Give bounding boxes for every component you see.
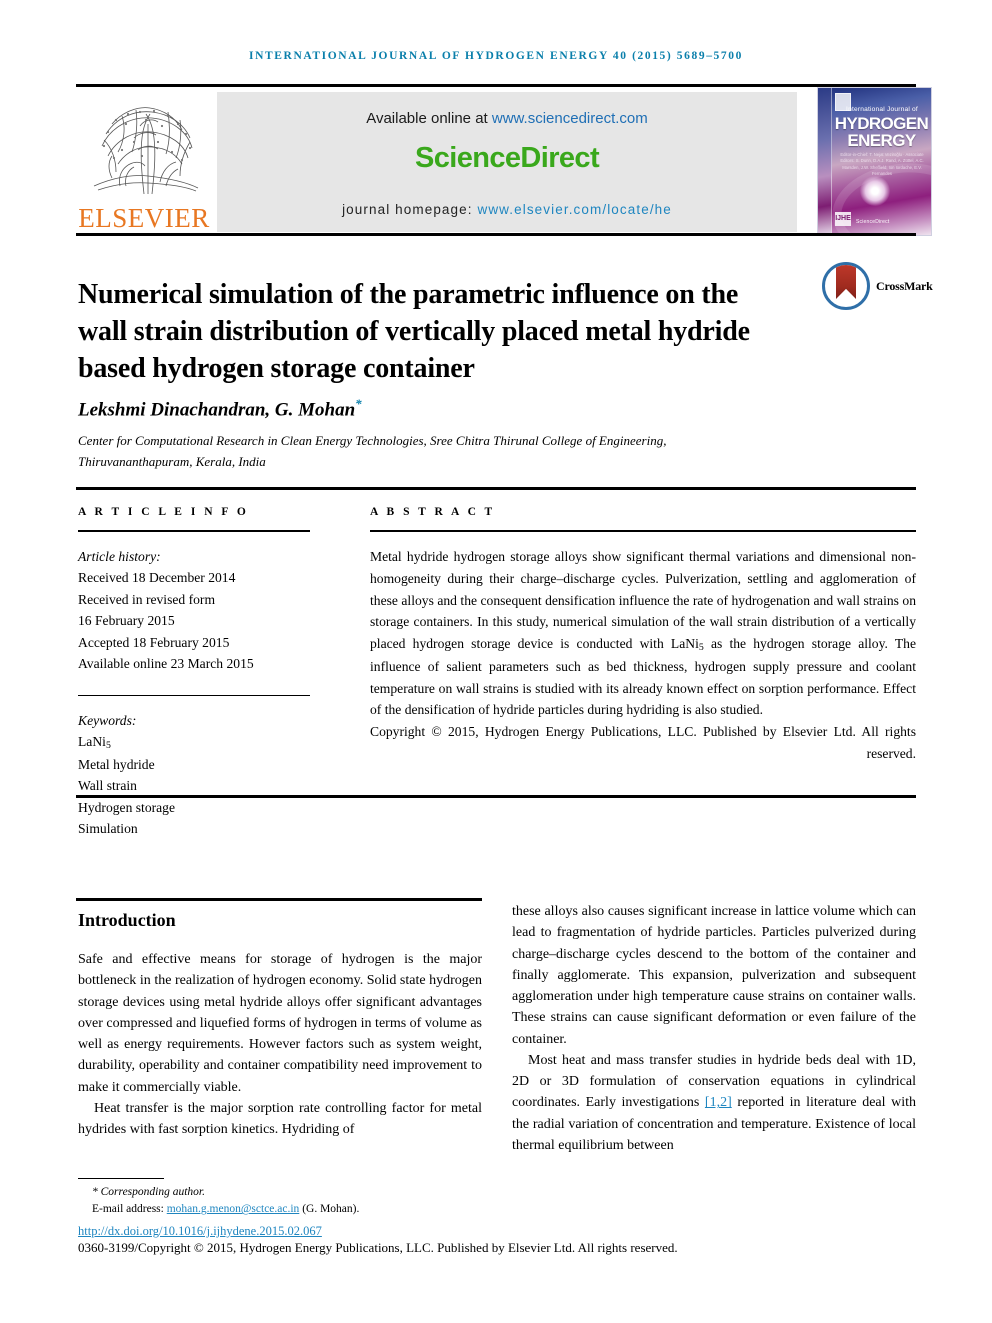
elsevier-logo: ELSEVIER <box>78 90 210 236</box>
journal-homepage-label: journal homepage: <box>342 202 478 217</box>
cover-title-hydrogen: HYDROGEN <box>834 114 929 133</box>
cover-journal-badge: IJHE <box>835 212 851 226</box>
keywords-label: Keywords: <box>78 712 137 728</box>
keyword-item: Simulation <box>78 821 138 837</box>
masthead-bottom-rule <box>76 233 916 236</box>
doi-link[interactable]: http://dx.doi.org/10.1016/j.ijhydene.201… <box>78 1224 322 1239</box>
sciencedirect-banner: Available online at www.sciencedirect.co… <box>217 92 797 232</box>
keyword-item: Hydrogen storage <box>78 799 176 815</box>
affiliation: Center for Computational Research in Cle… <box>78 433 667 470</box>
body-left-column: Introduction Safe and effective means fo… <box>78 910 482 1140</box>
introduction-paragraph: Heat transfer is the major sorption rate… <box>78 1100 482 1138</box>
article-first-page: International Journal of Hydrogen Energy… <box>0 0 992 1323</box>
cover-subtitle: International Journal of <box>846 106 918 113</box>
cover-sphere-graphic <box>860 176 890 206</box>
article-info-heading: A R T I C L E I N F O <box>78 506 249 518</box>
cover-spine <box>818 88 832 235</box>
available-online-line: Available online at www.sciencedirect.co… <box>217 110 797 127</box>
footnote-block: * Corresponding author. E-mail address: … <box>78 1184 778 1219</box>
introduction-paragraph: Safe and effective means for storage of … <box>78 952 482 1095</box>
available-online-label: Available online at <box>366 110 492 127</box>
page-title: Numerical simulation of the parametric i… <box>78 278 750 384</box>
introduction-rule <box>76 898 482 901</box>
article-history-item: Received in revised form <box>78 591 216 607</box>
crossmark-badge[interactable]: CrossMark <box>822 262 933 314</box>
article-history-item: Received 18 December 2014 <box>78 570 236 586</box>
email-link[interactable]: mohan.g.menon@sctce.ac.in <box>167 1203 300 1215</box>
journal-homepage-link[interactable]: www.elsevier.com/locate/he <box>477 202 671 217</box>
sciencedirect-link[interactable]: www.sciencedirect.com <box>492 110 648 127</box>
footnote-rule <box>78 1178 164 1179</box>
journal-homepage-line: journal homepage: www.elsevier.com/locat… <box>217 202 797 217</box>
introduction-paragraph: these alloys also causes significant inc… <box>512 904 916 1047</box>
keyword-item: Wall strain <box>78 778 137 794</box>
introduction-paragraph: Most heat and mass transfer studies in h… <box>512 1050 916 1156</box>
keywords-divider <box>78 694 310 696</box>
issn-copyright-line: 0360-3199/Copyright © 2015, Hydrogen Ene… <box>78 1240 678 1255</box>
introduction-heading: Introduction <box>78 910 176 930</box>
masthead-top-rule <box>76 84 916 87</box>
abstract-bottom-rule <box>76 795 916 798</box>
article-history-label: Article history: <box>78 549 161 564</box>
journal-cover-thumbnail[interactable]: International Journal of HYDROGEN ENERGY… <box>817 87 932 236</box>
running-head: International Journal of Hydrogen Energy… <box>249 50 743 62</box>
author-list: Lekshmi Dinachandran, G. Mohan* <box>78 396 362 421</box>
article-history-item: Accepted 18 February 2015 <box>78 634 230 650</box>
cover-editors: Editor-in-Chief: T. Nejat Veziroğlu · As… <box>840 152 924 176</box>
corresponding-author-marker: * <box>355 396 362 411</box>
crossmark-label: CrossMark <box>876 279 933 293</box>
crossmark-icon <box>822 262 870 310</box>
body-right-column: these alloys also causes significant inc… <box>512 901 916 1156</box>
corresponding-author-note: * Corresponding author. <box>92 1186 205 1198</box>
article-history-item: Available online 23 March 2015 <box>78 656 254 672</box>
email-suffix: (G. Mohan). <box>299 1203 360 1216</box>
keyword-item: LaNi5 <box>78 734 111 752</box>
cover-title-energy: ENERGY <box>847 131 916 150</box>
author-names: Lekshmi Dinachandran, G. Mohan <box>78 399 356 421</box>
abstract-divider <box>370 530 916 532</box>
keyword-item: Metal hydride <box>78 756 155 772</box>
info-section-top-rule <box>76 487 916 490</box>
article-info-column: A R T I C L E I N F O Article history: R… <box>78 506 310 840</box>
cover-sciencedirect-mark: ScienceDirect <box>856 219 890 225</box>
article-history-item: 16 February 2015 <box>78 613 175 629</box>
email-line: E-mail address: mohan.g.menon@sctce.ac.i… <box>78 1201 778 1218</box>
abstract-column: A B S T R A C T Metal hydride hydrogen s… <box>370 506 916 765</box>
abstract-copyright: Copyright © 2015, Hydrogen Energy Public… <box>370 724 916 761</box>
abstract-text: Metal hydride hydrogen storage alloys sh… <box>370 549 916 718</box>
abstract-heading: A B S T R A C T <box>370 506 496 518</box>
email-label: E-mail address: <box>92 1203 167 1216</box>
citation-link[interactable]: [1,2] <box>705 1095 732 1110</box>
article-info-divider <box>78 530 310 532</box>
journal-masthead: ELSEVIER Available online at www.science… <box>76 84 932 236</box>
elsevier-wordmark: ELSEVIER <box>78 203 210 233</box>
elsevier-tree-icon <box>82 90 206 202</box>
sciencedirect-wordmark: ScienceDirect <box>414 142 600 174</box>
